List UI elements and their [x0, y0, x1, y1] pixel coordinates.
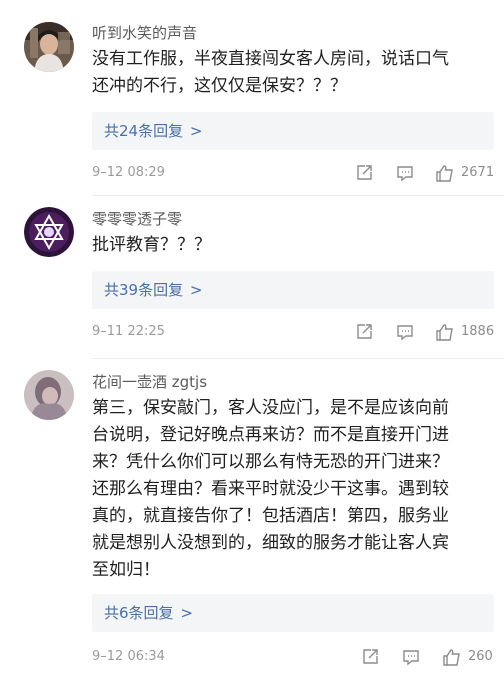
share-icon[interactable]: [360, 647, 380, 667]
comment-line: 没有工作服，半夜直接闯女客人房间，说话口气: [92, 49, 449, 69]
comment-text: 批评教育？？？: [92, 232, 494, 259]
comment-icon[interactable]: [395, 163, 415, 183]
chevron-right-icon: >: [189, 281, 203, 299]
timestamp: 9–12 06:34: [92, 649, 165, 664]
username[interactable]: 听到水笑的声音: [92, 22, 197, 43]
comment-icon[interactable]: [401, 647, 421, 667]
comment-item: 听到水笑的声音 没有工作服，半夜直接闯女客人房间，说话口气 还冲的不行，这仅仅是…: [0, 0, 504, 195]
avatar[interactable]: [24, 22, 74, 72]
avatar[interactable]: [24, 370, 74, 420]
like-count: 260: [468, 649, 493, 664]
avatar[interactable]: [24, 207, 74, 257]
replies-label: 共39条回复: [104, 281, 184, 299]
comment-text: 没有工作服，半夜直接闯女客人房间，说话口气 还冲的不行，这仅仅是保安？？？: [92, 46, 494, 100]
like-count: 2671: [461, 165, 495, 180]
chevron-right-icon: >: [180, 604, 193, 622]
thumbs-up-icon[interactable]: [435, 163, 455, 183]
comment-line: 台说明，登记好晚点再来访？而不是直接开门进: [92, 425, 449, 445]
comment-text: 第三，保安敲门，客人没应门，是不是应该向前 台说明，登记好晚点再来访？而不是直接…: [92, 395, 494, 584]
comment-line: 批评教育？？？: [92, 235, 211, 255]
view-replies-button[interactable]: 共24条回复 >: [92, 112, 494, 150]
timestamp: 9–12 08:29: [92, 165, 165, 180]
comment-meta: 9–12 06:34 260: [92, 646, 496, 668]
replies-label: 共24条回复: [104, 122, 184, 140]
username[interactable]: 零零零透子零: [92, 208, 182, 229]
comment-line: 还冲的不行，这仅仅是保安？？？: [92, 76, 347, 96]
comment-line: 还那么有理由？看来平时就没少干这事。遇到较: [92, 479, 449, 499]
timestamp: 9–11 22:25: [92, 324, 165, 339]
comment-meta: 9–11 22:25 1886: [92, 321, 496, 343]
comment-line: 来？凭什么你们可以那么有恃无恐的开门进来？: [92, 452, 449, 472]
view-replies-button[interactable]: 共6条回复 >: [92, 594, 494, 632]
thumbs-up-icon[interactable]: [435, 322, 455, 342]
username[interactable]: 花间一壶酒 zgtjs: [92, 371, 207, 392]
comment-meta: 9–12 08:29 2671: [92, 162, 496, 184]
comment-item: 花间一壶酒 zgtjs 第三，保安敲门，客人没应门，是不是应该向前 台说明，登记…: [0, 358, 504, 674]
comment-line: 就是想别人没想到的，细致的服务才能让客人宾: [92, 533, 449, 553]
thumbs-up-icon[interactable]: [442, 647, 462, 667]
share-icon[interactable]: [354, 322, 374, 342]
share-icon[interactable]: [354, 163, 374, 183]
comment-line: 至如归！: [92, 560, 160, 580]
replies-label: 共6条回复: [104, 604, 174, 622]
chevron-right-icon: >: [189, 122, 203, 140]
comment-line: 第三，保安敲门，客人没应门，是不是应该向前: [92, 398, 449, 418]
comment-item: 零零零透子零 批评教育？？？ 共39条回复 > 9–11 22:25 1886: [0, 195, 504, 358]
like-count: 1886: [461, 324, 495, 339]
comment-line: 真的，就直接告你了！包括酒店！第四，服务业: [92, 506, 449, 526]
comment-icon[interactable]: [395, 322, 415, 342]
view-replies-button[interactable]: 共39条回复 >: [92, 271, 494, 309]
